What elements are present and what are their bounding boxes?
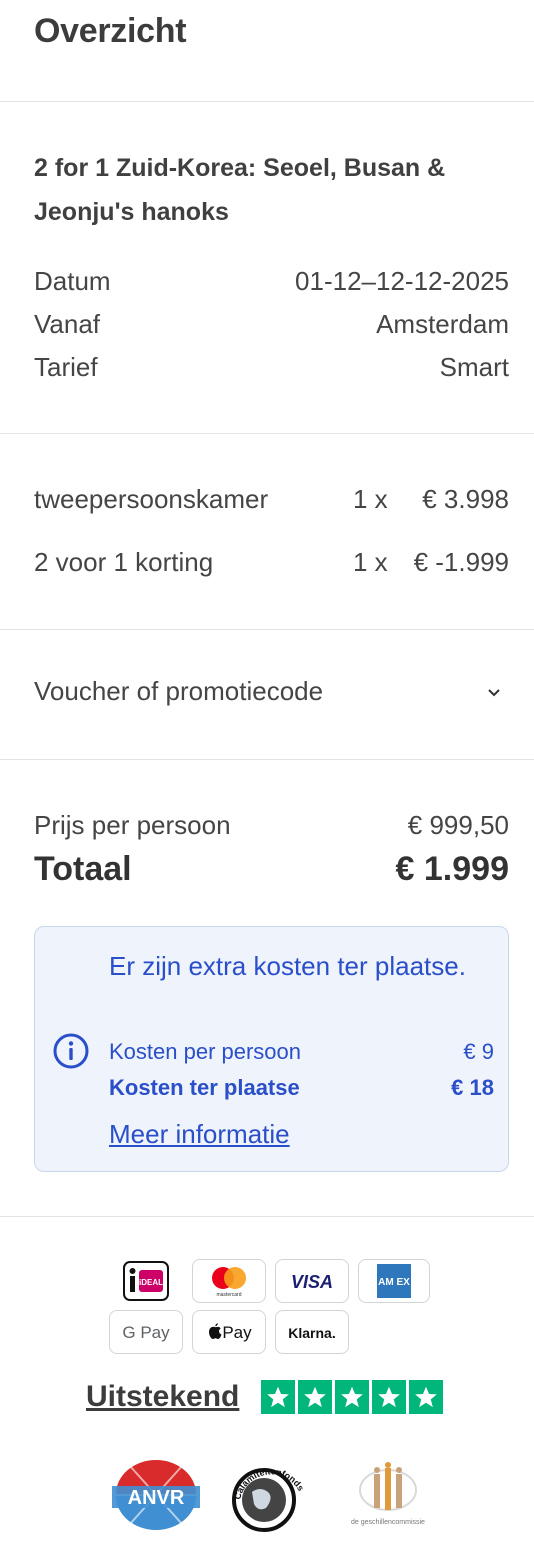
amex-text: AM EX [378,1277,410,1288]
total-label: Totaal [34,850,132,888]
detail-value: 01-12–12-12-2025 [295,266,509,296]
ideal-icon: iDEAL [123,1261,169,1301]
divider [0,759,534,760]
googlepay-payment-logo: G Pay [109,1310,183,1354]
total-row: Totaal € 1.999 [34,850,509,889]
detail-label: Tarief [34,352,98,382]
line-item-name: tweepersoonskamer [34,484,269,514]
total-value: € 1.999 [395,850,509,888]
chevron-down-icon [488,688,500,696]
google-pay-icon: G Pay [122,1323,170,1342]
voucher-label: Voucher of promotiecode [34,676,324,706]
klarna-text: Klarna. [288,1325,335,1341]
googlepay-text: G Pay [122,1323,170,1342]
line-item-discount: 2 voor 1 korting 1 x € -1.999 [34,547,509,578]
klarna-payment-logo: Klarna. [275,1310,349,1354]
line-item-qty: 1 x [353,547,388,577]
geschillencommissie-text: de geschillencommissie [351,1519,425,1526]
price-per-person-row: Prijs per persoon € 999,50 [34,810,509,841]
trustpilot-rating[interactable]: Uitstekend [86,1380,444,1414]
detail-row-departure: Vanaf Amsterdam [34,309,509,340]
line-item-amount: € 3.998 [422,484,509,514]
star-rating [261,1380,444,1414]
detail-value: Smart [439,352,509,382]
divider [0,433,534,434]
geschillencommissie-logo: de geschillencommissie [351,1462,425,1526]
divider [0,629,534,630]
applepay-payment-logo: Pay [192,1310,266,1354]
extra-costs-row: Kosten per persoon € 9 [109,1039,494,1065]
ideal-payment-logo: iDEAL [109,1259,183,1303]
line-item-amount: € -1.999 [413,547,509,577]
detail-value: Amsterdam [376,309,509,339]
amex-payment-logo: AM EX [358,1259,430,1303]
trip-title: 2 for 1 Zuid-Korea: Seoel, Busan & Jeonj… [34,154,446,226]
detail-label: Vanaf [34,309,101,339]
applepay-text: Pay [222,1323,252,1342]
anvr-logo: ANVR [112,1460,200,1530]
extra-costs-label: Kosten per persoon [109,1039,302,1064]
ideal-text: iDEAL [139,1278,163,1287]
mastercard-text: mastercard [216,1292,241,1298]
divider [0,101,534,102]
detail-row-tariff: Tarief Smart [34,352,509,383]
star-icon [372,1380,407,1414]
visa-icon: VISA [291,1272,333,1292]
visa-text: VISA [291,1272,333,1292]
more-info-link[interactable]: Meer informatie [109,1119,290,1150]
line-item-room: tweepersoonskamer 1 x € 3.998 [34,484,509,515]
price-per-person-value: € 999,50 [407,810,509,840]
price-per-person-label: Prijs per persoon [34,810,231,840]
visa-payment-logo: VISA [275,1259,349,1303]
star-icon [409,1380,444,1414]
extra-costs-value: € 18 [451,1075,494,1100]
divider [0,1216,534,1217]
page-title: Overzicht [34,12,187,50]
amex-icon: AM EX [377,1264,411,1298]
detail-row-date: Datum 01-12–12-12-2025 [34,266,509,297]
klarna-icon: Klarna. [288,1325,335,1341]
calamiteitenfonds-logo: Calamiteitenfonds [232,1466,306,1532]
anvr-text: ANVR [128,1487,185,1509]
extra-costs-heading: Er zijn extra kosten ter plaatse. [109,951,466,981]
info-icon [53,1033,89,1069]
apple-pay-icon: Pay [209,1323,252,1342]
extra-costs-notice: Er zijn extra kosten ter plaatse. Kosten… [34,926,509,1172]
extra-costs-row: Kosten ter plaatse € 18 [109,1075,494,1101]
extra-costs-value: € 9 [463,1039,494,1064]
voucher-toggle[interactable]: Voucher of promotiecode [34,676,509,707]
star-icon [298,1380,333,1414]
line-item-qty: 1 x [353,484,388,514]
detail-label: Datum [34,266,111,296]
extra-costs-label: Kosten ter plaatse [109,1075,300,1100]
mastercard-icon: mastercard [212,1267,246,1298]
star-icon [261,1380,296,1414]
rating-label: Uitstekend [86,1380,240,1413]
mastercard-payment-logo: mastercard [192,1259,266,1303]
star-icon [335,1380,370,1414]
line-item-name: 2 voor 1 korting [34,547,214,577]
